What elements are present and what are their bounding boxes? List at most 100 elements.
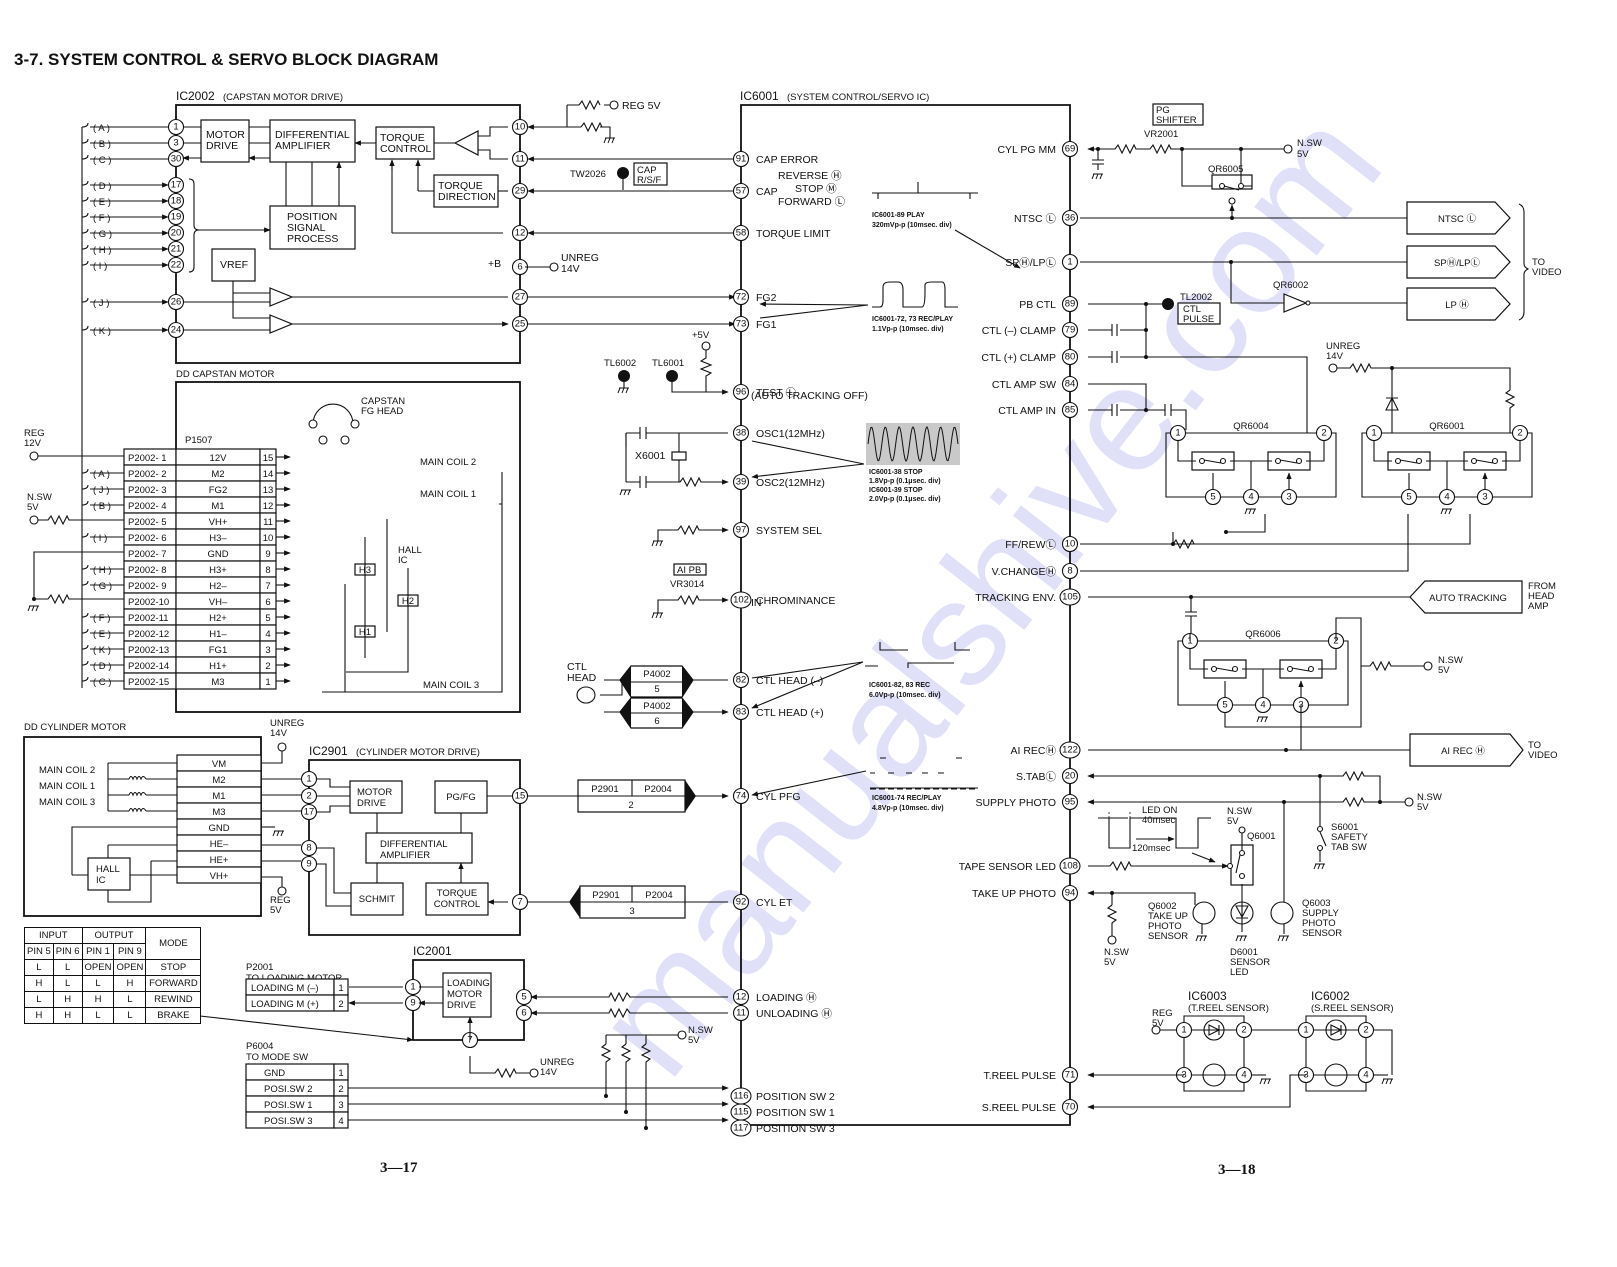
p6004-connector-table: GND 1 POSI.SW 2 2 POSI.SW 1 3 POSI.SW 3 4 [245,1063,729,1129]
to-video-box-label: LP Ⓗ [1445,300,1469,311]
cyl-connector-signal: M3 [212,807,225,818]
signal-label: ( K ) [93,645,111,656]
p2002-pin: P2002-13 [128,645,169,656]
ic6001-pin-label: AI RECⒽ [1010,745,1056,757]
vr3014-label: VR3014 [670,579,704,590]
p4002-5-pin: 5 [654,684,659,695]
ic6001-pin-58-number: 58 [736,228,747,239]
p2002-pin: P2002- 8 [128,565,167,576]
p2004-label: P2004 [645,890,672,901]
vr2001-label: VR2001 [1144,129,1178,140]
ic2901-pin-2-number: 2 [306,791,311,802]
cell: L [81,975,115,992]
ic6001-pin-82-number: 82 [736,675,747,686]
ic6001-pin-label: POSITION SW 2 [756,1091,835,1103]
table-row: H H L L BRAKE [24,1007,202,1024]
ic2001-pin-6-number: 6 [521,1008,526,1019]
signal-label: ( E ) [93,197,111,208]
ic6001-pin-label: CTL HEAD (–) [756,675,823,687]
ic2901-name: IC2901 [309,744,348,758]
signal-label: ( H ) [93,245,111,256]
ic6001-pin-1-number: 1 [1067,257,1072,268]
cyl-connector-signal: GND [208,823,229,834]
ic6001-pin-89-number: 89 [1065,299,1076,310]
connector-pin: 2 [628,800,633,811]
ic6001-pin-label: TAKE UP PHOTO [972,888,1056,900]
qr6004-pin-3-number: 3 [1286,492,1291,503]
qr6004: QR6004 1 2 5 4 3 [1165,421,1337,515]
ic6001-pin-label: POSITION SW 1 [756,1107,835,1119]
torque-control-label-2: CONTROL [380,143,431,155]
loading-label-3: DRIVE [447,1000,476,1011]
ic6001-pin-10-number: 10 [1065,539,1076,550]
ic2002-pin-17-number: 17 [171,180,182,191]
p2001-row-pin: 1 [338,983,343,994]
nsw5-right-label: N.SW [1297,138,1322,149]
ic2002-right-pin-10-number: 10 [515,122,526,133]
cap-mode-forward: FORWARD Ⓛ [778,196,846,208]
cell: L [113,1007,147,1024]
ic6001-pin-label: CTL AMP SW [992,379,1056,391]
ic6001-pin-label: SUPPLY PHOTO [975,797,1056,809]
p2001-label: P2001 [246,962,273,973]
nsw5-label-2: 5V [27,502,39,513]
waveform-osc-scale-1: 1.8Vp-p (0.1μsec. div) [869,478,941,485]
p1507-signal: H2+ [209,613,227,624]
p2901-connector-3: P2901 P2004 3 [569,885,686,919]
ic6001-pin-label: CAP ERROR [756,154,819,166]
p1507-signal: M3 [211,677,224,688]
p6004-row-pin: 2 [338,1084,343,1095]
p6004-desc: TO MODE SW [246,1052,308,1063]
ic2002-right-pin-11-number: 11 [515,154,525,165]
qr6001-pin-3-number: 3 [1482,492,1487,503]
ic6001-pin-label: S.TABⓁ [1016,771,1057,783]
takeup-nsw-2: 5V [1104,957,1116,968]
ic6001: IC6001 (SYSTEM CONTROL/SERVO IC) 91 CAP E… [730,89,1407,1137]
ic6003-pin-2-number: 2 [1241,1025,1246,1036]
ic6001-pin-94-number: 94 [1065,888,1076,899]
ic2002-pin-1-number: 1 [173,122,178,133]
ic2002-right-pin-6-number: 6 [517,262,522,273]
ic6003-desc: (T.REEL SENSOR) [1188,1003,1269,1014]
ic2002-desc: (CAPSTAN MOTOR DRIVE) [223,92,343,103]
ic6001-pin-label: T.REEL PULSE [983,1070,1056,1082]
p2002-pin: P2002-14 [128,661,169,672]
cyl-main-coil-1: MAIN COIL 1 [39,781,95,792]
ic6001-pin-label: SPⒽ/LPⓁ [1005,257,1056,269]
cyl-main-coil-3: MAIN COIL 3 [39,797,95,808]
signal-label: ( F ) [93,213,110,224]
hall-ic-label-2: IC [398,555,408,566]
ic2002-pin-20-number: 20 [171,228,182,239]
ic2901-pin-9-number: 9 [306,859,311,870]
p2002-pin: P2002- 4 [128,501,167,512]
p2002-pin: P2002- 6 [128,533,167,544]
ic2002-left-pins: ( A ) 1 ( B ) 3 ( C ) 30 ( D ) 17 ( E ) 18 ( F ) 19… [81,118,185,339]
ic6001-pin-57-number: 57 [736,186,747,197]
reel-sensors: 1 23 41 23 4 [1160,1015,1394,1092]
tl6001-label: TL6001 [652,358,684,369]
ic6001-pin-92-number: 92 [736,897,747,908]
ic2002-pin-26-number: 26 [171,297,182,308]
ic2002-right-pin-27-number: 27 [515,292,526,303]
chroma-sub-label: IN [751,597,762,609]
qr6004-pin-1-number: 1 [1175,428,1180,439]
cyl-connector-signal: M1 [212,791,225,802]
qr6006-label: QR6006 [1245,629,1280,640]
signal-label: ( C ) [93,677,111,688]
p2001-connector-table: LOADING M (–) 1 LOADING M (+) 2 [245,978,349,1012]
ic6003: 1 23 4 [1175,1015,1272,1092]
ic6001-pin-label: SYSTEM SEL [756,525,822,537]
signal-label: ( K ) [93,326,111,337]
led-on-time: 40msec [1142,815,1176,826]
signal-label: ( D ) [93,661,111,672]
waveform-74: IC6001-74 REC/PLAY 4.8Vp-p (10msec. div) [751,757,978,812]
signal-label: ( E ) [93,629,111,640]
cell: L [52,975,83,992]
ic6001-pin-115-number: 115 [733,1107,748,1118]
p1507-pin: 14 [263,469,274,480]
mode-header-input: INPUT [24,927,83,944]
ic6001-pin-97-number: 97 [736,525,747,536]
ic6001-pin-122-number: 122 [1062,745,1078,756]
p2002-pin: P2002- 2 [128,469,167,480]
loading-mode-table: INPUT OUTPUT MODE PIN 5 PIN 6 PIN 1 PIN … [24,927,202,1024]
